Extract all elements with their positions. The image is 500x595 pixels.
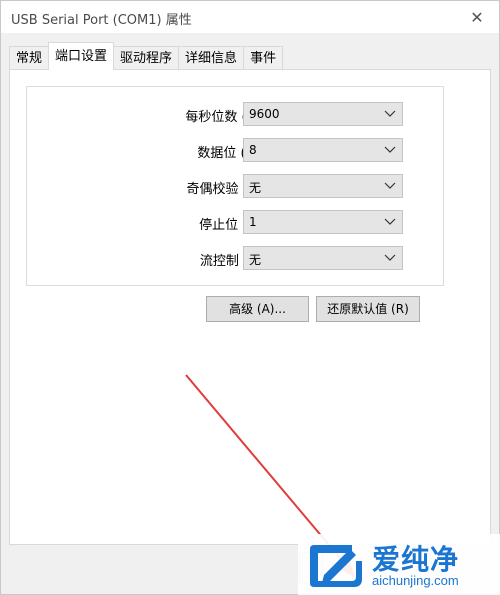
aichunjing-logo-icon	[310, 545, 362, 587]
watermark-url: aichunjing.com	[372, 573, 459, 588]
watermark: 爱纯净 aichunjing.com	[298, 534, 500, 595]
annotation-arrow	[185, 374, 356, 578]
watermark-chinese-text: 爱纯净	[372, 543, 460, 576]
tab-port-settings[interactable]: 端口设置	[48, 42, 115, 70]
